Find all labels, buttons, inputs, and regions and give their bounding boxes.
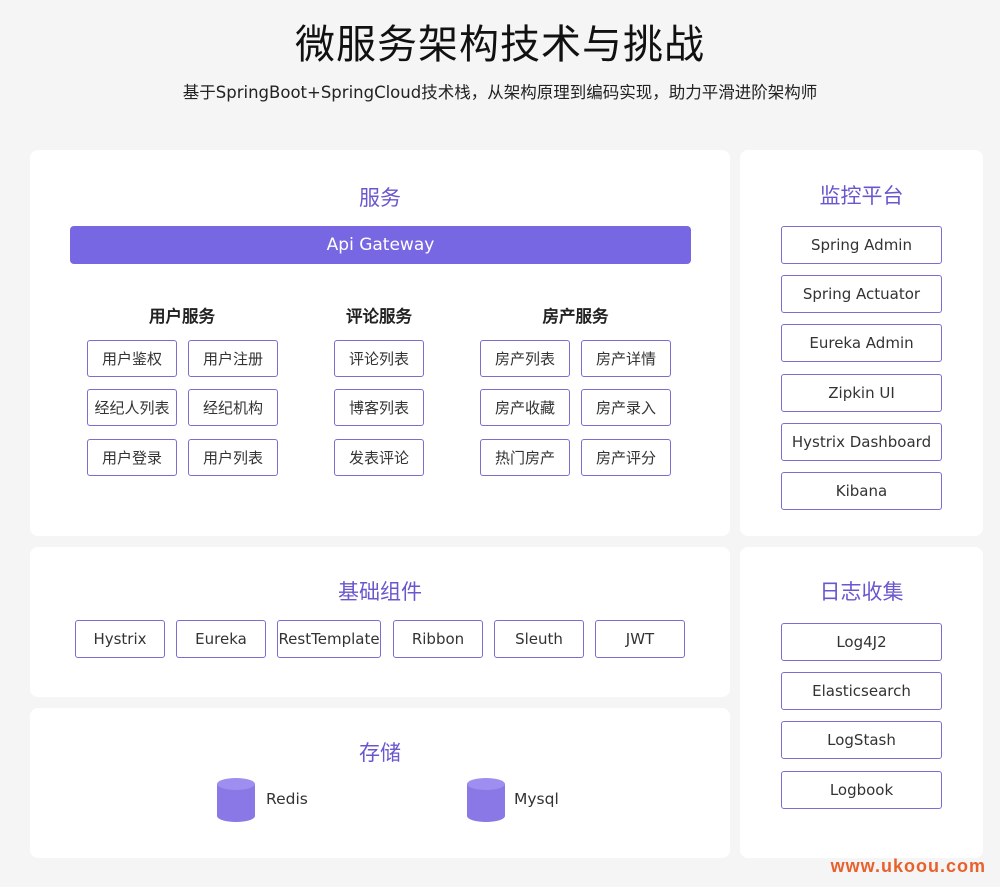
component-item: RestTemplate — [277, 620, 381, 658]
api-gateway: Api Gateway — [70, 226, 691, 264]
logging-panel: 日志收集 Log4J2 Elasticsearch LogStash Logbo… — [740, 547, 983, 858]
database-icon — [467, 778, 505, 822]
monitoring-item: Spring Admin — [781, 226, 942, 264]
component-item: Sleuth — [494, 620, 584, 658]
service-item: 房产列表 — [480, 340, 570, 377]
services-panel: 服务 Api Gateway 用户服务 用户鉴权 用户注册 经纪人列表 经纪机构… — [30, 150, 730, 536]
storage-panel: 存储 Redis Mysql — [30, 708, 730, 858]
service-item: 经纪人列表 — [87, 389, 177, 426]
monitoring-item: Eureka Admin — [781, 324, 942, 362]
service-item: 用户列表 — [188, 439, 278, 476]
components-panel: 基础组件 Hystrix Eureka RestTemplate Ribbon … — [30, 547, 730, 697]
component-item: Ribbon — [393, 620, 483, 658]
service-item: 房产录入 — [581, 389, 671, 426]
logging-item: LogStash — [781, 721, 942, 759]
service-item: 热门房产 — [480, 439, 570, 476]
logging-title: 日志收集 — [819, 580, 904, 604]
components-title: 基础组件 — [338, 580, 422, 604]
service-item: 评论列表 — [334, 340, 424, 377]
component-item: Eureka — [176, 620, 266, 658]
service-item: 房产收藏 — [480, 389, 570, 426]
monitoring-title: 监控平台 — [819, 184, 904, 208]
storage-item-redis: Redis — [266, 790, 308, 808]
database-icon — [217, 778, 255, 822]
logging-item: Logbook — [781, 771, 942, 809]
monitoring-item: Kibana — [781, 472, 942, 510]
monitoring-item: Zipkin UI — [781, 374, 942, 412]
component-item: Hystrix — [75, 620, 165, 658]
group-title-house: 房产服务 — [542, 307, 609, 326]
monitoring-item: Hystrix Dashboard — [781, 423, 942, 461]
service-item: 经纪机构 — [188, 389, 278, 426]
group-title-comment: 评论服务 — [346, 307, 412, 326]
storage-item-mysql: Mysql — [514, 790, 559, 808]
storage-title: 存储 — [359, 741, 401, 765]
service-item: 用户登录 — [87, 439, 177, 476]
monitoring-panel: 监控平台 Spring Admin Spring Actuator Eureka… — [740, 150, 983, 536]
service-item: 用户注册 — [188, 340, 278, 377]
service-item: 房产评分 — [581, 439, 671, 476]
service-item: 房产详情 — [581, 340, 671, 377]
component-item: JWT — [595, 620, 685, 658]
watermark: www.ukoou.com — [830, 856, 986, 876]
page-title: 微服务架构技术与挑战 — [295, 22, 705, 68]
logging-item: Log4J2 — [781, 623, 942, 661]
group-title-user: 用户服务 — [149, 307, 215, 326]
page-subtitle: 基于SpringBoot+SpringCloud技术栈，从架构原理到编码实现，助… — [182, 83, 818, 102]
monitoring-item: Spring Actuator — [781, 275, 942, 313]
logging-item: Elasticsearch — [781, 672, 942, 710]
service-item: 博客列表 — [334, 389, 424, 426]
service-item: 发表评论 — [334, 439, 424, 476]
service-item: 用户鉴权 — [87, 340, 177, 377]
services-title: 服务 — [359, 186, 401, 210]
